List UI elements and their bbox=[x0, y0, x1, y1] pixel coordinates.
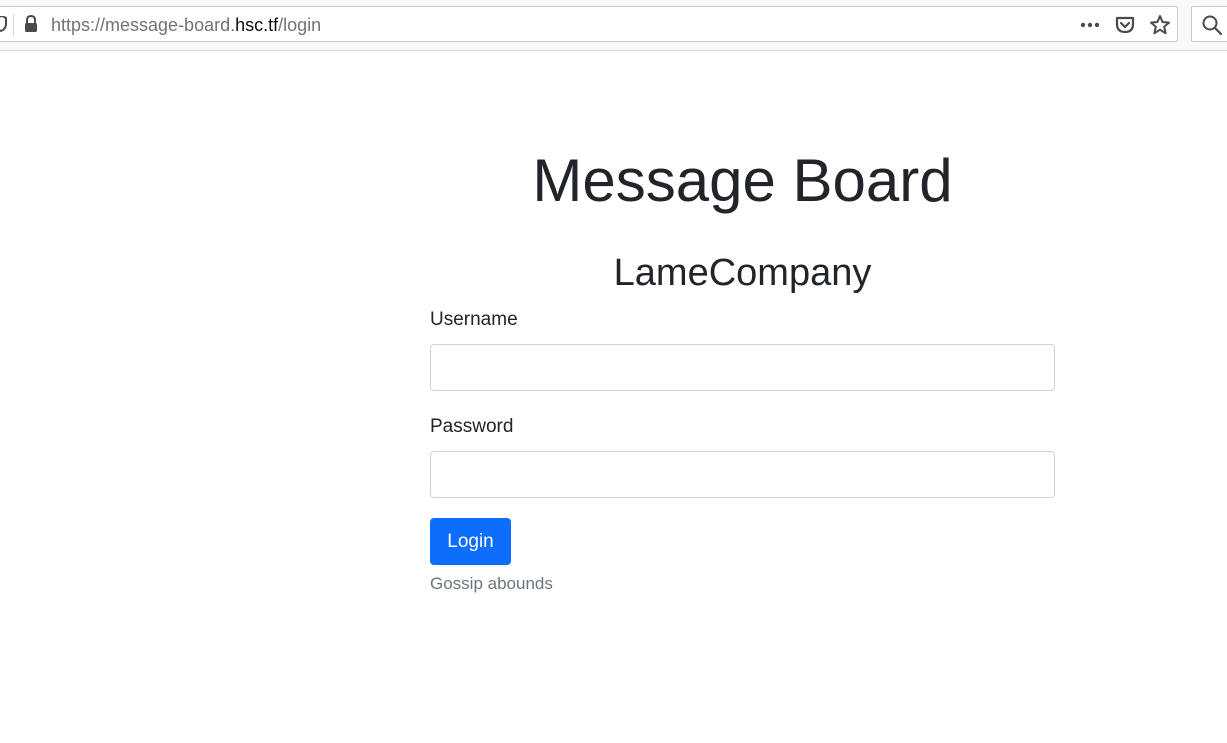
url-text[interactable]: https://message-board.hsc.tf/login bbox=[51, 15, 321, 35]
pocket-icon[interactable] bbox=[1114, 14, 1136, 36]
url-domain: hsc.tf bbox=[235, 15, 279, 35]
company-name: LameCompany bbox=[613, 252, 872, 294]
password-input[interactable] bbox=[430, 451, 1055, 498]
login-button[interactable]: Login bbox=[430, 518, 511, 565]
more-icon[interactable] bbox=[1079, 14, 1101, 36]
hint-text: Gossip abounds bbox=[430, 574, 553, 593]
url-prefix: https://message-board. bbox=[51, 15, 236, 35]
star-icon[interactable] bbox=[1149, 14, 1171, 36]
browser-toolbar: https://message-board.hsc.tf/login bbox=[0, 0, 1227, 51]
page-title: Message Board bbox=[532, 147, 953, 214]
username-label: Username bbox=[430, 309, 518, 330]
address-separator bbox=[13, 14, 14, 36]
address-bar[interactable]: https://message-board.hsc.tf/login bbox=[0, 6, 1178, 42]
username-input[interactable] bbox=[430, 344, 1055, 391]
search-icon[interactable] bbox=[1201, 14, 1223, 36]
lock-icon[interactable] bbox=[24, 15, 38, 33]
search-bar[interactable] bbox=[1191, 6, 1227, 42]
url-path: /login bbox=[278, 15, 322, 35]
shield-icon[interactable] bbox=[0, 16, 7, 32]
password-label: Password bbox=[430, 416, 514, 437]
